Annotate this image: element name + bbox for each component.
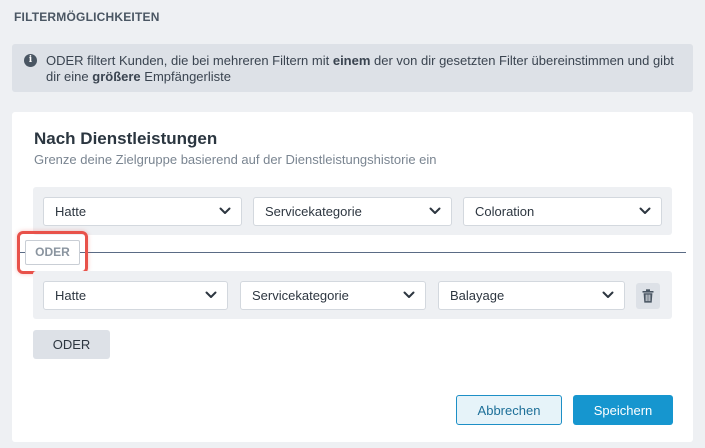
save-button[interactable]: Speichern [573, 395, 673, 425]
card-title: Nach Dienstleistungen [34, 129, 218, 148]
category-value-select[interactable]: Balayage [438, 281, 625, 310]
filter-group-2: Hatte Servicekategorie Balayage [33, 271, 672, 319]
category-type-select[interactable]: Servicekategorie [240, 281, 426, 310]
condition-select[interactable]: Hatte [43, 281, 228, 310]
chevron-down-icon [205, 291, 217, 298]
delete-filter-button[interactable] [636, 283, 660, 309]
add-oder-button[interactable]: ODER [33, 330, 110, 359]
chevron-down-icon [219, 207, 231, 214]
chevron-down-icon [429, 207, 441, 214]
oder-separator-badge: ODER [25, 240, 80, 265]
services-filter-card: Nach Dienstleistungen Grenze deine Zielg… [12, 112, 693, 442]
info-box: i ODER filtert Kunden, die bei mehreren … [12, 44, 693, 92]
info-text: ODER filtert Kunden, die bei mehreren Fi… [46, 53, 674, 84]
info-icon: i [24, 54, 37, 67]
oder-highlight: ODER [17, 231, 88, 274]
chevron-down-icon [403, 291, 415, 298]
oder-separator-line [19, 252, 686, 253]
cancel-button[interactable]: Abbrechen [456, 395, 562, 425]
section-title: FILTERMÖGLICHKEITEN [14, 10, 160, 24]
filter-group-1: Hatte Servicekategorie Coloration [33, 187, 672, 235]
category-value-select[interactable]: Coloration [463, 197, 662, 226]
trash-icon [642, 289, 654, 303]
card-subtitle: Grenze deine Zielgruppe basierend auf de… [34, 152, 437, 167]
chevron-down-icon [639, 207, 651, 214]
condition-select[interactable]: Hatte [43, 197, 242, 226]
chevron-down-icon [602, 291, 614, 298]
category-type-select[interactable]: Servicekategorie [253, 197, 452, 226]
